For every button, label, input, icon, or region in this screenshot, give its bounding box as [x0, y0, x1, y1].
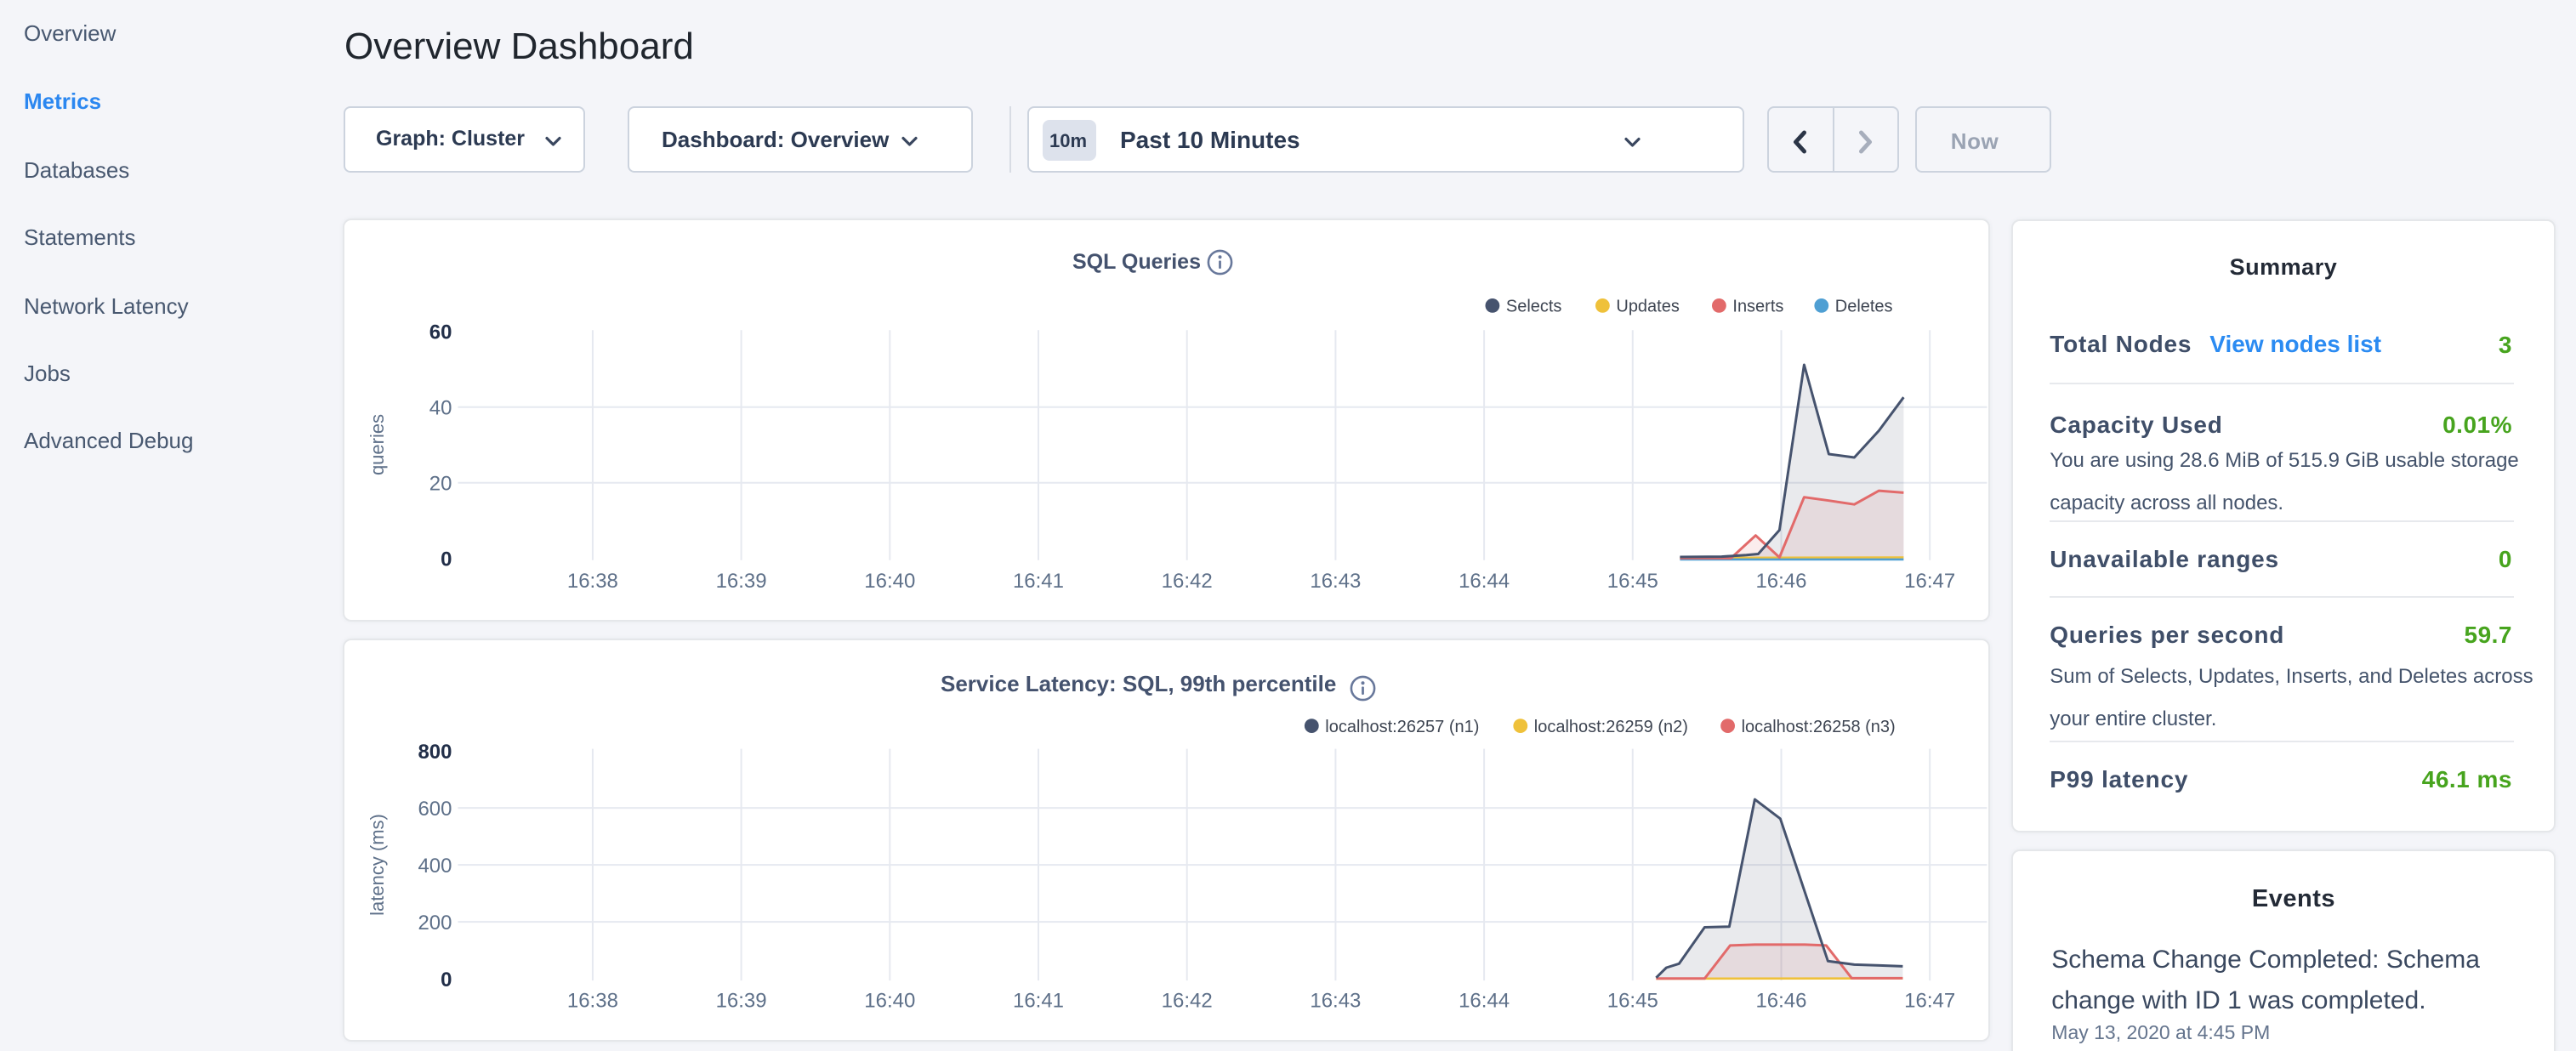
svg-text:20: 20: [429, 473, 452, 496]
svg-text:Updates: Updates: [1616, 298, 1679, 316]
svg-text:16:38: 16:38: [566, 570, 617, 593]
svg-text:16:46: 16:46: [1755, 570, 1806, 593]
svg-text:localhost:26257 (n1): localhost:26257 (n1): [1325, 718, 1479, 736]
svg-text:16:45: 16:45: [1606, 989, 1658, 1012]
svg-text:800: 800: [418, 741, 452, 764]
svg-text:Inserts: Inserts: [1732, 298, 1783, 316]
svg-text:16:44: 16:44: [1459, 989, 1510, 1012]
svg-text:16:40: 16:40: [864, 570, 915, 593]
svg-text:16:38: 16:38: [566, 989, 617, 1012]
svg-text:Deletes: Deletes: [1834, 298, 1892, 316]
svg-text:queries: queries: [367, 414, 388, 475]
svg-text:16:40: 16:40: [864, 989, 915, 1012]
svg-text:16:42: 16:42: [1161, 570, 1212, 593]
svg-text:400: 400: [418, 855, 452, 878]
svg-text:localhost:26259 (n2): localhost:26259 (n2): [1533, 718, 1687, 736]
svg-text:16:39: 16:39: [715, 570, 766, 593]
svg-text:16:47: 16:47: [1904, 989, 1955, 1012]
svg-text:60: 60: [429, 321, 452, 344]
svg-text:16:41: 16:41: [1013, 570, 1064, 593]
svg-text:16:44: 16:44: [1459, 570, 1510, 593]
svg-text:16:43: 16:43: [1310, 570, 1361, 593]
svg-text:16:45: 16:45: [1606, 570, 1658, 593]
svg-text:0: 0: [441, 548, 452, 571]
svg-text:16:47: 16:47: [1904, 570, 1955, 593]
svg-text:16:39: 16:39: [715, 989, 766, 1012]
svg-text:16:42: 16:42: [1161, 989, 1212, 1012]
svg-text:16:46: 16:46: [1755, 989, 1806, 1012]
svg-text:0: 0: [441, 969, 452, 991]
svg-text:16:43: 16:43: [1310, 989, 1361, 1012]
svg-text:latency (ms): latency (ms): [367, 814, 388, 916]
svg-text:600: 600: [418, 798, 452, 821]
svg-text:Selects: Selects: [1505, 298, 1561, 316]
svg-text:localhost:26258 (n3): localhost:26258 (n3): [1741, 718, 1895, 736]
svg-text:40: 40: [429, 397, 452, 420]
svg-text:16:41: 16:41: [1013, 989, 1064, 1012]
svg-text:200: 200: [418, 912, 452, 935]
